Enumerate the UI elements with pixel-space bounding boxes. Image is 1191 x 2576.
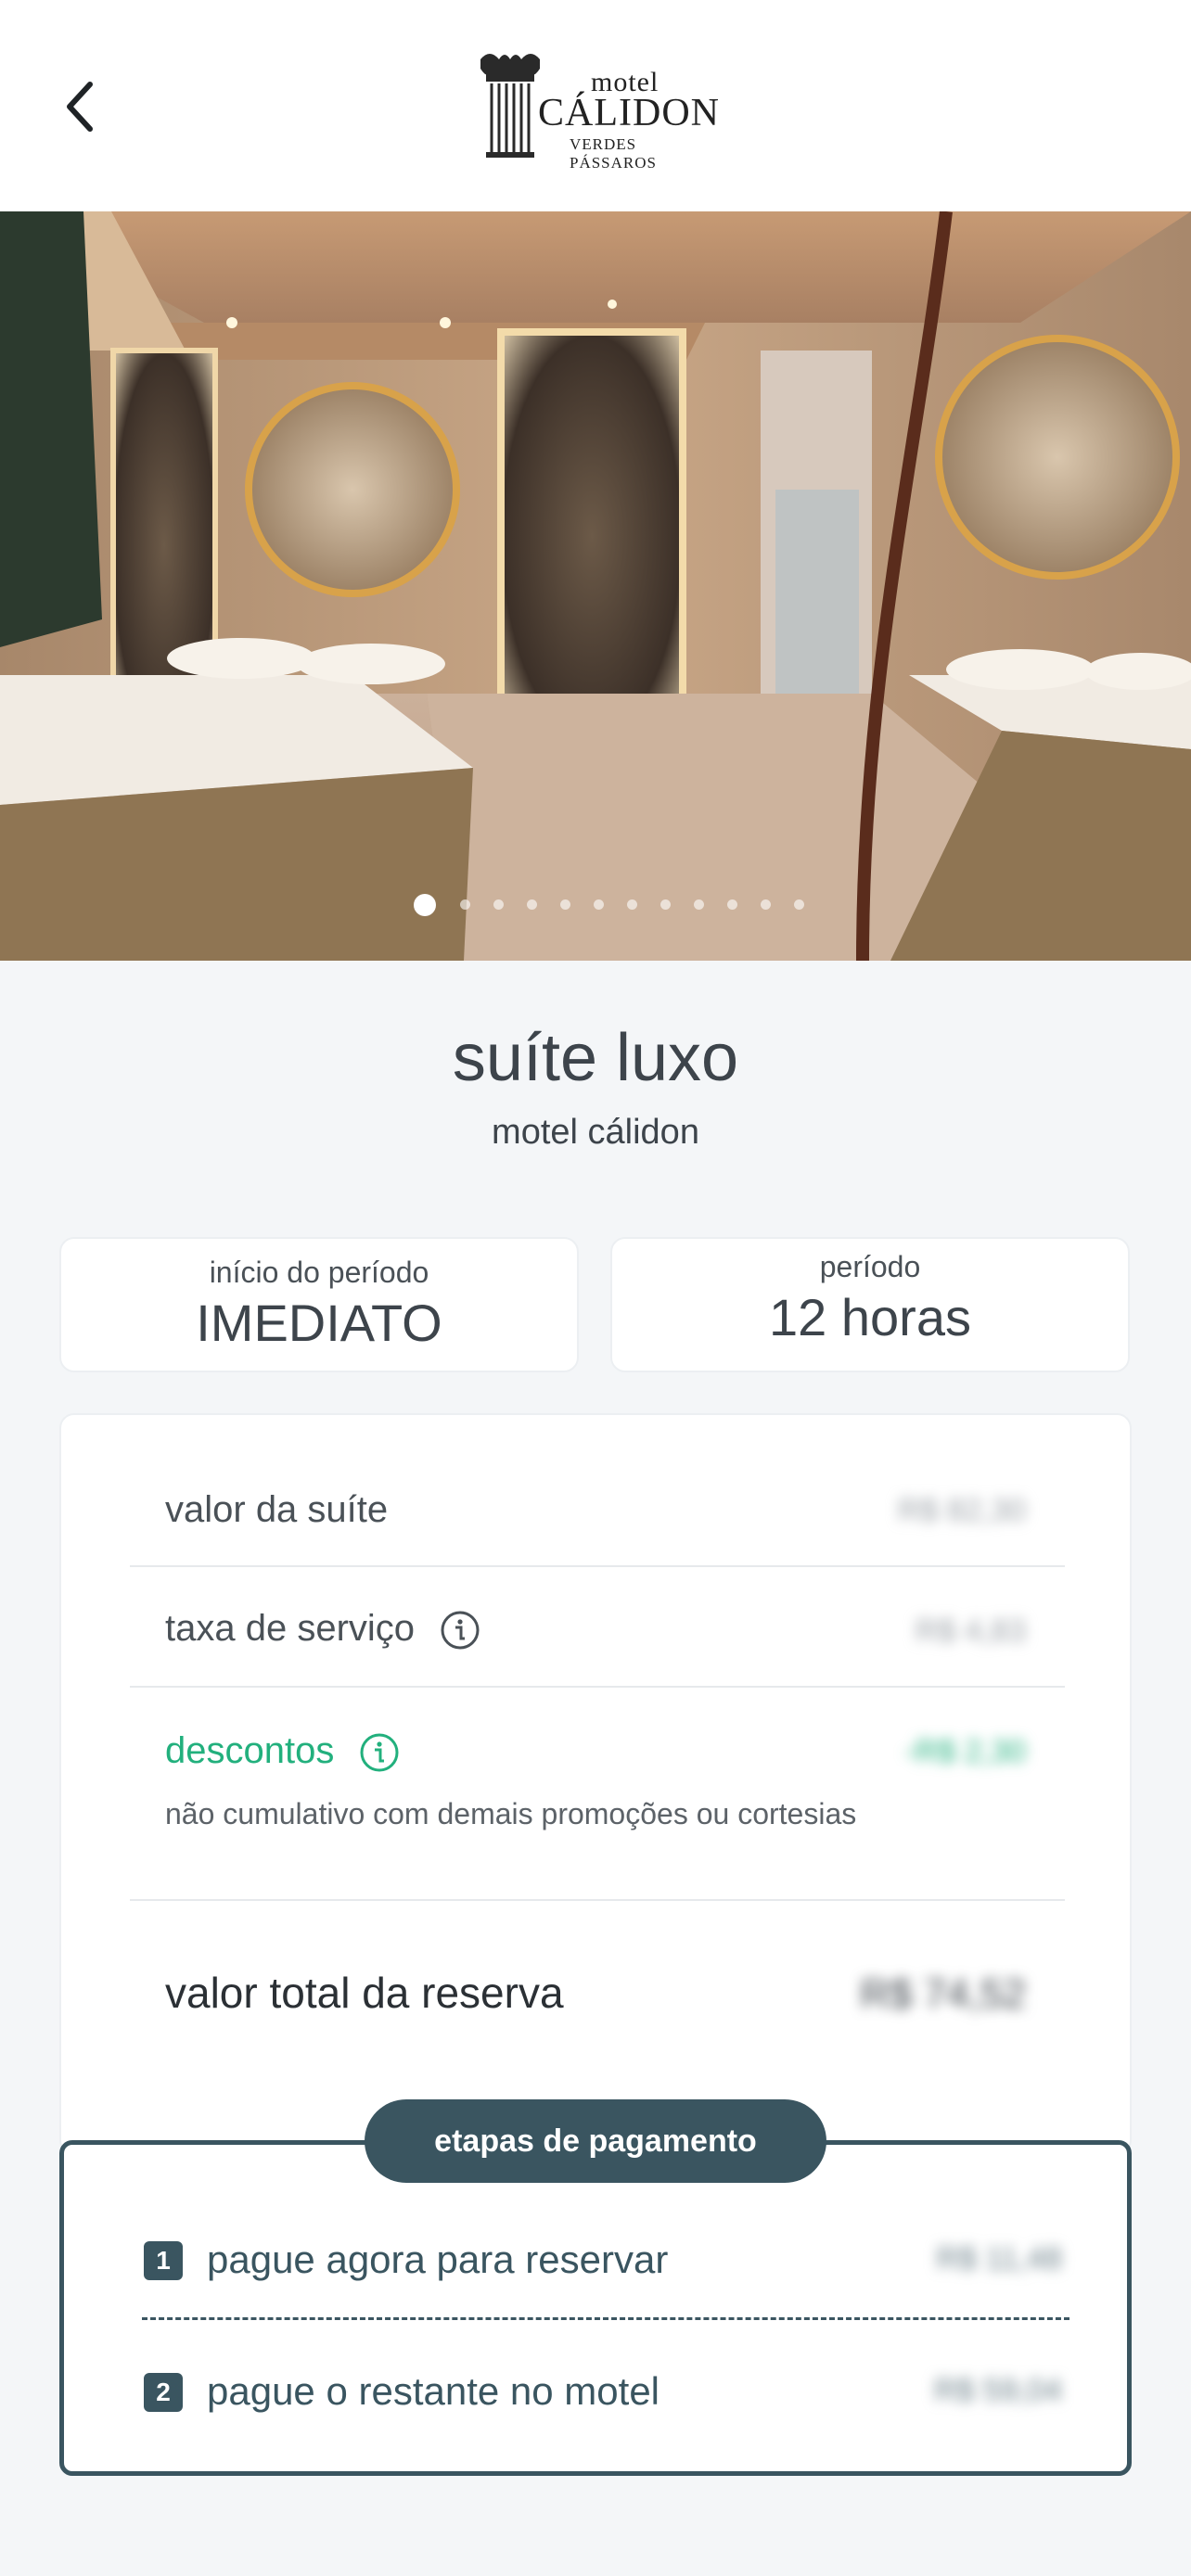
carousel-dot[interactable] (660, 899, 671, 910)
logo-text-tagline: VERDES PÁSSAROS (570, 135, 657, 172)
step-1-value: R$ 11,48 (936, 2241, 1062, 2276)
divider (130, 1565, 1065, 1567)
step-2-value: R$ 59,04 (934, 2373, 1062, 2408)
header: motel CÁLIDON VERDES PÁSSAROS (0, 0, 1191, 211)
discounts-note: não cumulativo com demais promoções ou c… (165, 1797, 857, 1830)
carousel-dot[interactable] (794, 899, 804, 910)
suite-photo (0, 211, 1191, 961)
step-1-label: pague agora para reservar (207, 2238, 669, 2281)
service-fee-text: taxa de serviço (165, 1608, 416, 1649)
payment-steps-title: etapas de pagamento (365, 2099, 826, 2183)
suite-name: suíte luxo (452, 1021, 739, 1095)
carousel-dot[interactable] (560, 899, 570, 910)
carousel-dot[interactable] (694, 899, 704, 910)
period-duration-label: período (819, 1250, 921, 1283)
step-number-badge: 2 (144, 2373, 183, 2412)
motel-logo: motel CÁLIDON VERDES PÁSSAROS (477, 46, 720, 172)
carousel-dot[interactable] (460, 899, 470, 910)
service-fee-value: R$ 4,83 (915, 1613, 1026, 1649)
carousel-dot[interactable] (761, 899, 771, 910)
chevron-left-icon (67, 82, 93, 132)
period-start-card[interactable]: início do período IMEDIATO (59, 1237, 579, 1372)
suite-photo-carousel[interactable] (0, 211, 1191, 961)
suite-value: R$ 82,30 (898, 1493, 1026, 1528)
total-label: valor total da reserva (165, 1969, 564, 2017)
carousel-dot[interactable] (414, 894, 436, 916)
period-start-value: IMEDIATO (196, 1294, 442, 1352)
price-summary: valor da suíte R$ 82,30 taxa de serviço … (59, 1413, 1132, 2155)
motel-name: motel cálidon (492, 1113, 699, 1152)
info-icon[interactable] (359, 1732, 400, 1773)
step-2-label: pague o restante no motel (207, 2369, 660, 2413)
info-icon[interactable] (440, 1610, 480, 1651)
carousel-dot[interactable] (627, 899, 637, 910)
divider (130, 1899, 1065, 1901)
period-duration-value: 12 horas (769, 1288, 971, 1346)
service-fee-label: taxa de serviço (165, 1608, 480, 1651)
period-duration-card[interactable]: período 12 horas (610, 1237, 1130, 1372)
carousel-dot[interactable] (527, 899, 537, 910)
discounts-label: descontos (165, 1730, 400, 1773)
back-button[interactable] (46, 65, 111, 148)
logo-text-calidon: CÁLIDON (538, 92, 720, 134)
total-value: R$ 74,52 (860, 1971, 1026, 2017)
period-start-label: início do período (209, 1256, 429, 1289)
carousel-dot[interactable] (727, 899, 737, 910)
dashed-divider (142, 2317, 1069, 2320)
column-icon (480, 54, 540, 158)
carousel-dot[interactable] (493, 899, 504, 910)
payment-steps-box: 1 pague agora para reservar R$ 11,48 2 p… (59, 2140, 1132, 2476)
step-number-badge: 1 (144, 2241, 183, 2280)
suite-value-label: valor da suíte (165, 1489, 389, 1530)
divider (130, 1686, 1065, 1688)
discounts-text: descontos (165, 1730, 335, 1771)
carousel-dots (0, 888, 1191, 922)
carousel-dot[interactable] (594, 899, 604, 910)
discounts-value: -R$ 2,30 (904, 1734, 1026, 1769)
